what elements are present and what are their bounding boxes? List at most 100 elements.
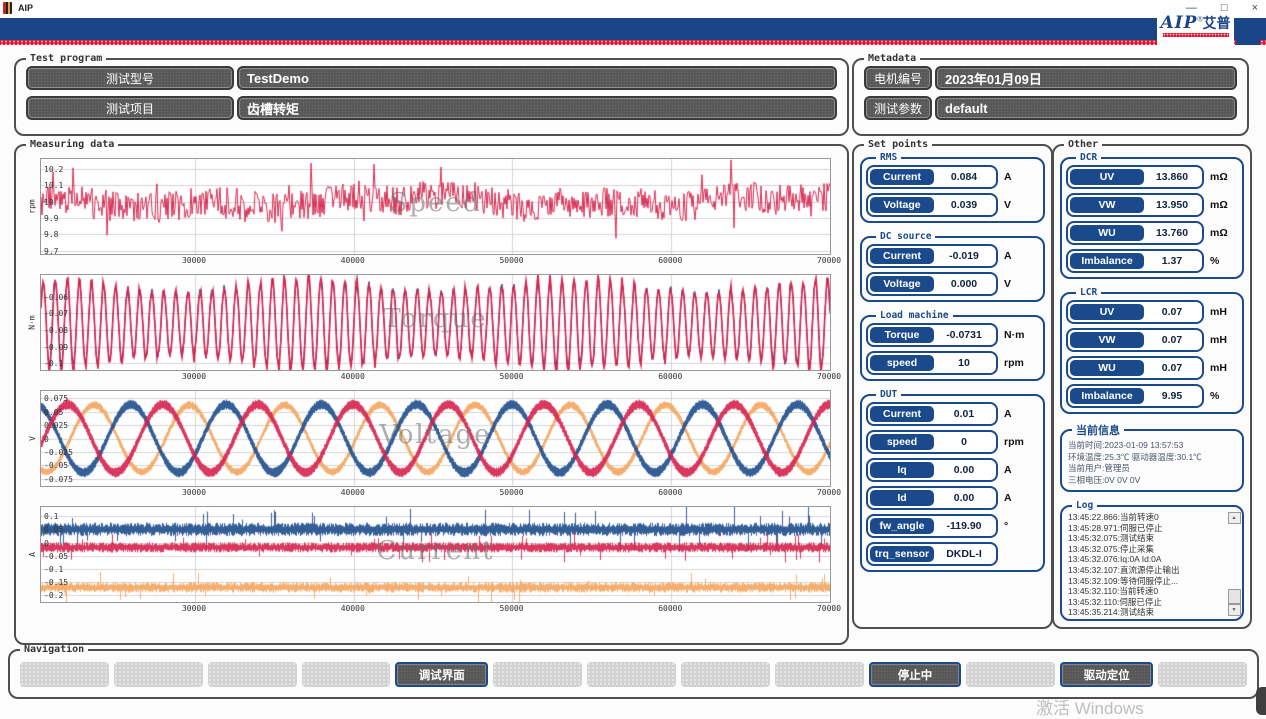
log-list[interactable]: 13:45:22.866:当前转速013:45:28.971:伺服已停止13:4…: [1068, 512, 1228, 616]
fw_angle-value[interactable]: -119.90: [934, 518, 994, 534]
unit-label: mΩ: [1210, 171, 1228, 183]
current-field[interactable]: Current0.01: [866, 402, 998, 426]
iq-field[interactable]: Iq0.00: [866, 458, 998, 482]
unit-label: rpm: [1004, 436, 1024, 448]
speed-value[interactable]: 10: [934, 355, 994, 371]
metadata-panel: Metadata 电机编号 2023年01月09日 测试参数 default: [852, 53, 1249, 136]
current-field[interactable]: Current-0.019: [866, 244, 998, 268]
unit-label: V: [1004, 199, 1011, 211]
wu-value[interactable]: 13.760: [1144, 225, 1200, 241]
y-axis-label: rpm: [24, 158, 40, 255]
y-tick-label: 0.05: [44, 408, 63, 417]
torque-chart: N·mTorque-0.06-0.07-0.08-0.09-0.13000040…: [24, 274, 839, 383]
trq_sensor-value[interactable]: DKDL-I: [934, 546, 994, 562]
unit-label: mH: [1210, 306, 1227, 318]
imbalance-field[interactable]: Imbalance1.37: [1066, 249, 1204, 273]
y-tick-label: -0.2: [44, 591, 63, 600]
uv-field[interactable]: UV13.860: [1066, 165, 1204, 189]
unit-label: A: [1004, 492, 1012, 504]
wu-field[interactable]: WU0.07: [1066, 356, 1204, 380]
plot-area[interactable]: Voltage0.0750.050.0250-0.025-0.05-0.075: [40, 390, 831, 487]
unit-label: %: [1210, 255, 1219, 267]
id-label: Id: [870, 490, 934, 506]
measuring-data-panel: Measuring data rpmSpeed10.210.1109.99.89…: [14, 139, 849, 645]
current-field[interactable]: Current0.084: [866, 165, 998, 189]
wu-field[interactable]: WU13.760: [1066, 221, 1204, 245]
nav-button-驱动定位[interactable]: 驱动定位: [1060, 662, 1153, 687]
y-axis-label: V: [24, 390, 40, 487]
current-value[interactable]: -0.019: [934, 248, 994, 264]
chart-area: rpmSpeed10.210.1109.99.89.7: [24, 158, 839, 255]
scroll-up-icon[interactable]: ▲: [1228, 512, 1241, 524]
scroll-thumb[interactable]: [1228, 589, 1241, 604]
group-rows: UV13.860mΩVW13.950mΩWU13.760mΩImbalance1…: [1066, 165, 1238, 273]
speed-field[interactable]: speed10: [866, 351, 998, 375]
vw-value[interactable]: 0.07: [1144, 332, 1200, 348]
y-tick-label: -0.05: [44, 552, 68, 561]
uv-value[interactable]: 13.860: [1144, 169, 1200, 185]
current-value[interactable]: 0.084: [934, 169, 994, 185]
scroll-track[interactable]: [1229, 524, 1240, 589]
test-model-value[interactable]: TestDemo: [237, 66, 837, 90]
plot-area[interactable]: Speed10.210.1109.99.89.7: [40, 158, 831, 255]
id-field[interactable]: Id0.00: [866, 486, 998, 510]
motor-id-value[interactable]: 2023年01月09日: [935, 66, 1237, 90]
fw_angle-field[interactable]: fw_angle-119.90: [866, 514, 998, 538]
torque-field[interactable]: Torque-0.0731: [866, 323, 998, 347]
set-points-legend: Set points: [864, 139, 932, 150]
uv-value[interactable]: 0.07: [1144, 304, 1200, 320]
vw-value[interactable]: 13.950: [1144, 197, 1200, 213]
vw-field[interactable]: VW13.950: [1066, 193, 1204, 217]
voltage-value[interactable]: 0.039: [934, 197, 994, 213]
imbalance-value[interactable]: 1.37: [1144, 253, 1200, 269]
voltage-value[interactable]: 0.000: [934, 276, 994, 292]
unit-label: A: [1004, 250, 1012, 262]
setpoint-row: Current-0.019 A: [866, 244, 1039, 268]
wu-value[interactable]: 0.07: [1144, 360, 1200, 376]
nav-button-停止中[interactable]: 停止中: [869, 662, 962, 687]
scroll-down-icon[interactable]: ▼: [1228, 604, 1241, 616]
id-value[interactable]: 0.00: [934, 490, 994, 506]
y-tick-label: -0.07: [44, 309, 68, 318]
close-button[interactable]: ×: [1252, 1, 1258, 15]
logo-aip-text: AIP: [1160, 13, 1197, 33]
y-tick-label: -0.025: [44, 448, 73, 457]
imbalance-value[interactable]: 9.95: [1144, 388, 1200, 404]
speed-value[interactable]: 0: [934, 434, 994, 450]
iq-label: Iq: [870, 462, 934, 478]
uv-field[interactable]: UV0.07: [1066, 300, 1204, 324]
voltage-field[interactable]: Voltage0.000: [866, 272, 998, 296]
test-item-row: 测试项目 齿槽转矩: [26, 96, 837, 120]
speed-field[interactable]: speed0: [866, 430, 998, 454]
test-param-label: 测试参数: [864, 96, 932, 120]
setpoint-row: UV13.860 mΩ: [1066, 165, 1238, 189]
set-points-panel: Set points RMSCurrent0.084AVoltage0.039V…: [852, 139, 1053, 629]
unit-label: V: [1004, 278, 1011, 290]
trq_sensor-field[interactable]: trq_sensorDKDL-I: [866, 542, 998, 566]
x-tick-label: 60000: [650, 488, 690, 497]
nav-button-调试界面[interactable]: 调试界面: [395, 662, 488, 687]
wu-label: WU: [1070, 225, 1144, 241]
x-tick-label: 60000: [650, 604, 690, 613]
uv-label: UV: [1070, 169, 1144, 185]
current-value[interactable]: 0.01: [934, 406, 994, 422]
corner-handle[interactable]: [1256, 687, 1266, 715]
test-param-value[interactable]: default: [935, 96, 1237, 120]
setpoint-row: Torque-0.0731N·m: [866, 323, 1039, 347]
vw-label: VW: [1070, 197, 1144, 213]
setpoint-row: Voltage0.000 V: [866, 272, 1039, 296]
logo-red-strip: [1163, 33, 1229, 37]
vw-field[interactable]: VW0.07: [1066, 328, 1204, 352]
voltage-field[interactable]: Voltage0.039: [866, 193, 998, 217]
log-line: 13:45:32.107:直流源停止输出: [1068, 565, 1228, 576]
y-tick-label: 0: [44, 539, 49, 548]
test-item-value[interactable]: 齿槽转矩: [237, 96, 837, 120]
y-tick-label: -0.05: [44, 461, 68, 470]
imbalance-field[interactable]: Imbalance9.95: [1066, 384, 1204, 408]
torque-value[interactable]: -0.0731: [934, 327, 994, 343]
x-tick-label: 30000: [174, 604, 214, 613]
iq-value[interactable]: 0.00: [934, 462, 994, 478]
log-scrollbar[interactable]: ▲ ▼: [1228, 512, 1240, 616]
plot-area[interactable]: Torque-0.06-0.07-0.08-0.09-0.1: [40, 274, 831, 371]
plot-area[interactable]: Current0.10.050-0.05-0.1-0.15-0.2: [40, 506, 831, 603]
